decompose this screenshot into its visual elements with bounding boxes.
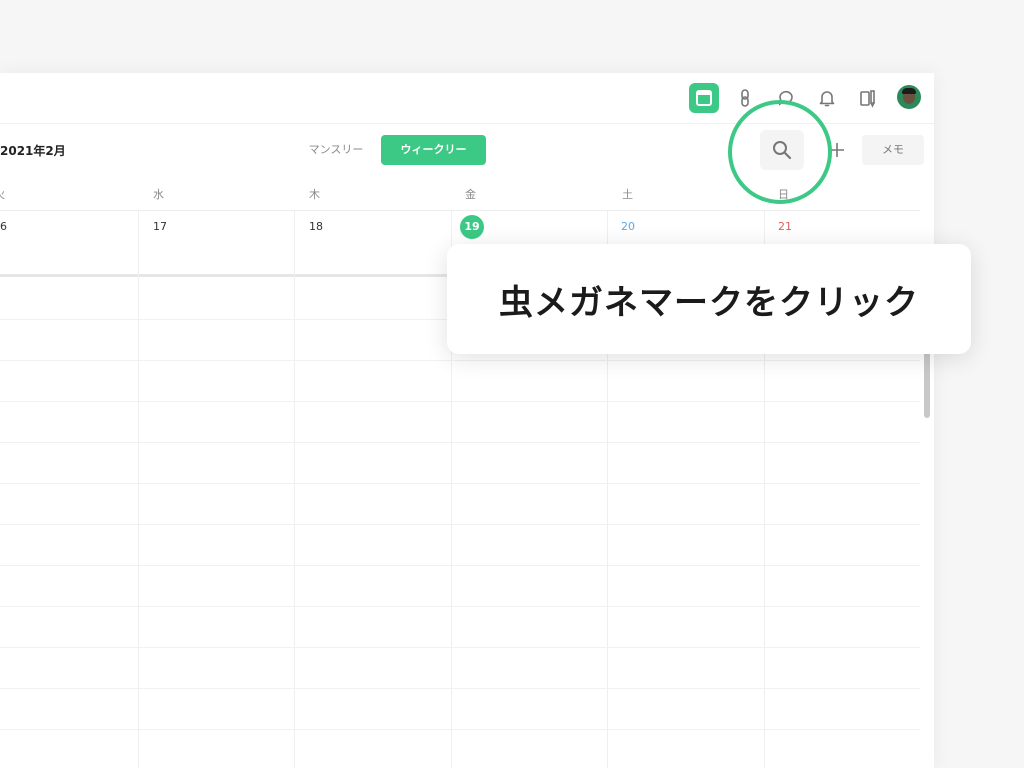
notebook-icon[interactable] xyxy=(853,83,883,113)
hour-row-line xyxy=(0,729,920,730)
hour-row-line xyxy=(0,524,920,525)
date-sat[interactable]: 20 xyxy=(621,220,635,233)
date-today-badge[interactable]: 19 xyxy=(460,215,484,239)
month-title: 2021年2月 xyxy=(0,144,66,158)
hour-row-line xyxy=(0,401,920,402)
weekday-tue: 火 xyxy=(0,186,5,202)
weekday-thu: 木 xyxy=(309,188,320,201)
memo-button[interactable]: メモ xyxy=(862,135,924,165)
hour-row-line xyxy=(0,606,920,607)
date-wed[interactable]: 17 xyxy=(153,220,167,233)
bell-icon[interactable] xyxy=(812,83,842,113)
user-avatar[interactable] xyxy=(897,85,921,109)
hour-row-line xyxy=(0,647,920,648)
weekday-fri: 金 xyxy=(465,188,476,201)
weekday-sat: 土 xyxy=(622,188,633,201)
column-divider xyxy=(294,211,295,768)
hour-row-line xyxy=(0,360,920,361)
weekly-view-tab[interactable]: ウィークリー xyxy=(381,135,486,165)
hour-row-line xyxy=(0,442,920,443)
date-thu[interactable]: 18 xyxy=(309,220,323,233)
calendar-icon[interactable] xyxy=(689,83,719,113)
date-tue[interactable]: 16 xyxy=(0,220,7,233)
hour-row-line xyxy=(0,483,920,484)
monthly-view-tab[interactable]: マンスリー xyxy=(300,135,372,165)
weekday-sun: 日 xyxy=(778,188,789,201)
hour-row-line xyxy=(0,565,920,566)
instruction-tooltip: 虫メガネマークをクリック xyxy=(447,244,971,354)
weekday-wed: 水 xyxy=(153,188,164,201)
date-sun[interactable]: 21 xyxy=(778,220,792,233)
column-divider xyxy=(138,211,139,768)
hour-row-line xyxy=(0,688,920,689)
tooltip-text: 虫メガネマークをクリック xyxy=(499,282,919,323)
